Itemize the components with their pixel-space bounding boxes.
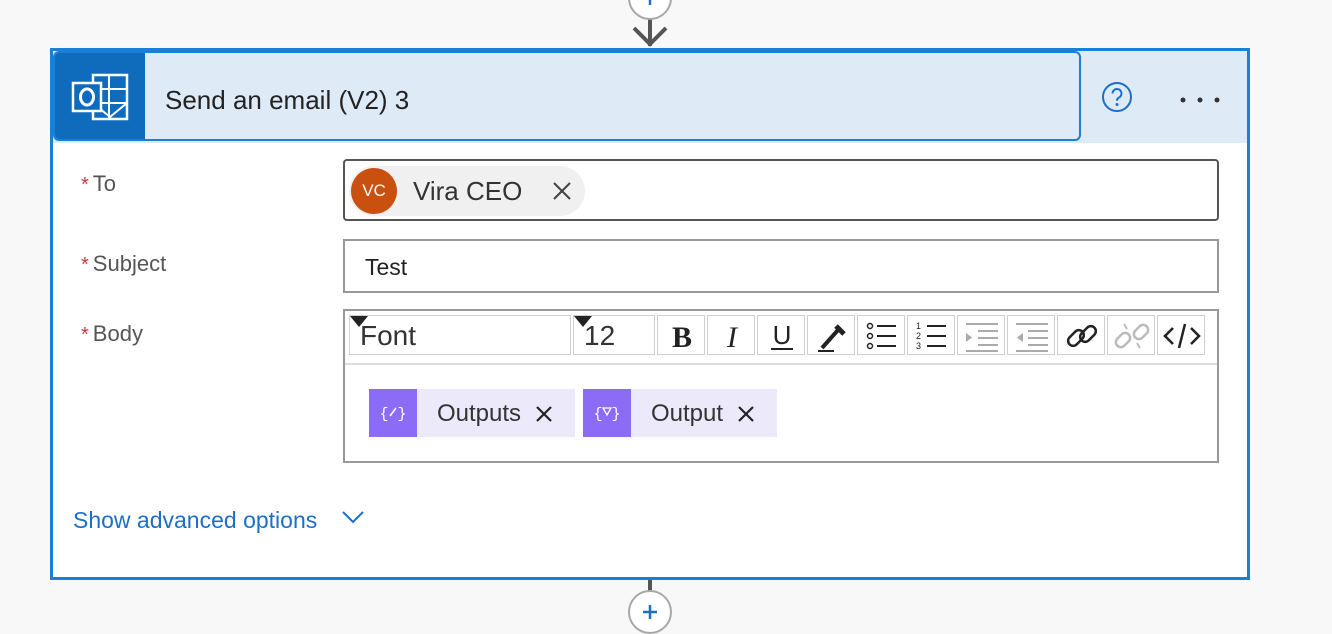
subject-field[interactable]: Test	[343, 239, 1219, 293]
indent-increase-icon	[1016, 323, 1048, 352]
to-label-text: To	[92, 171, 117, 196]
to-label: * To	[81, 171, 116, 198]
link-button[interactable]	[1057, 315, 1105, 355]
indent-increase-button[interactable]	[1007, 315, 1055, 355]
dynamic-token-outputs[interactable]: { } Outputs	[369, 389, 575, 437]
svg-text:1: 1	[916, 321, 921, 331]
outlook-icon	[71, 73, 129, 121]
insert-step-button-top[interactable]	[628, 0, 672, 20]
more-options-icon[interactable]	[1178, 95, 1222, 105]
required-mark: *	[81, 174, 89, 196]
to-field[interactable]: VC Vira CEO	[343, 159, 1219, 221]
subject-value: Test	[365, 254, 408, 280]
subject-label-text: Subject	[92, 251, 167, 276]
token-icon-block: { }	[583, 389, 631, 437]
show-advanced-options-link[interactable]: Show advanced options	[73, 506, 317, 534]
svg-text:2: 2	[916, 331, 921, 341]
italic-button[interactable]: I	[707, 315, 755, 355]
card-header: Send an email (V2) 3	[53, 51, 1247, 143]
help-icon[interactable]	[1101, 81, 1133, 113]
filter-expression-icon: { }	[593, 406, 620, 423]
numbered-list-icon: 1 2 3	[916, 321, 946, 351]
recipient-chip[interactable]: VC Vira CEO	[349, 166, 585, 216]
bullet-list-icon	[866, 322, 896, 350]
underline-icon: U	[771, 320, 793, 350]
unlink-icon	[1114, 323, 1150, 349]
subject-label: * Subject	[81, 251, 166, 278]
token-label: Outputs	[437, 400, 522, 427]
unlink-button[interactable]	[1107, 315, 1155, 355]
plus-icon	[643, 605, 657, 619]
font-size-dropdown[interactable]: 12	[573, 315, 655, 355]
close-icon[interactable]	[535, 405, 553, 423]
svg-text:I: I	[726, 321, 739, 354]
rich-text-toolbar: Font 12 B I U 1 2 3	[345, 311, 1217, 365]
caret-down-icon	[574, 316, 592, 327]
caret-down-icon	[350, 316, 368, 327]
indent-decrease-icon	[966, 323, 998, 352]
italic-icon: I	[726, 321, 739, 354]
bold-icon: B	[672, 321, 692, 354]
font-color-button[interactable]	[807, 315, 855, 355]
body-label-text: Body	[92, 321, 143, 346]
bullet-list-button[interactable]	[857, 315, 905, 355]
underline-button[interactable]: U	[757, 315, 805, 355]
svg-text:U: U	[773, 320, 792, 350]
numbered-list-button[interactable]: 1 2 3	[907, 315, 955, 355]
expression-icon: { }	[379, 406, 406, 423]
body-label: * Body	[81, 321, 143, 348]
required-mark: *	[81, 324, 89, 346]
chevron-down-icon[interactable]	[341, 510, 365, 524]
font-color-icon	[818, 324, 846, 352]
body-editor[interactable]: Font 12 B I U 1 2 3 {} Outputs {} Outp…	[343, 309, 1219, 463]
font-dropdown[interactable]: Font	[349, 315, 571, 355]
svg-text:3: 3	[916, 341, 921, 351]
svg-text:{ }: { }	[379, 406, 406, 423]
dynamic-token-output[interactable]: { } Output	[583, 389, 777, 437]
action-title-bar[interactable]: Send an email (V2) 3	[53, 51, 1081, 141]
indent-decrease-button[interactable]	[957, 315, 1005, 355]
recipient-name: Vira CEO	[413, 176, 523, 206]
link-icon	[1066, 324, 1098, 348]
insert-step-button-bottom[interactable]	[628, 590, 672, 634]
font-value: Font	[360, 320, 417, 351]
token-label: Output	[651, 400, 724, 427]
action-card: Send an email (V2) 3 * To VC Vira CEO * Su…	[50, 48, 1250, 580]
token-icon-block: { }	[369, 389, 417, 437]
avatar: VC	[351, 168, 397, 214]
close-icon[interactable]	[551, 180, 573, 202]
arrow-down-icon	[632, 26, 668, 47]
close-icon[interactable]	[737, 405, 755, 423]
code-view-button[interactable]	[1157, 315, 1205, 355]
svg-text:B: B	[672, 321, 692, 354]
bold-button[interactable]: B	[657, 315, 705, 355]
required-mark: *	[81, 254, 89, 276]
action-title[interactable]: Send an email (V2) 3	[165, 85, 409, 115]
code-view-icon	[1163, 323, 1201, 349]
plus-icon	[648, 0, 652, 5]
outlook-icon-block	[55, 53, 145, 139]
